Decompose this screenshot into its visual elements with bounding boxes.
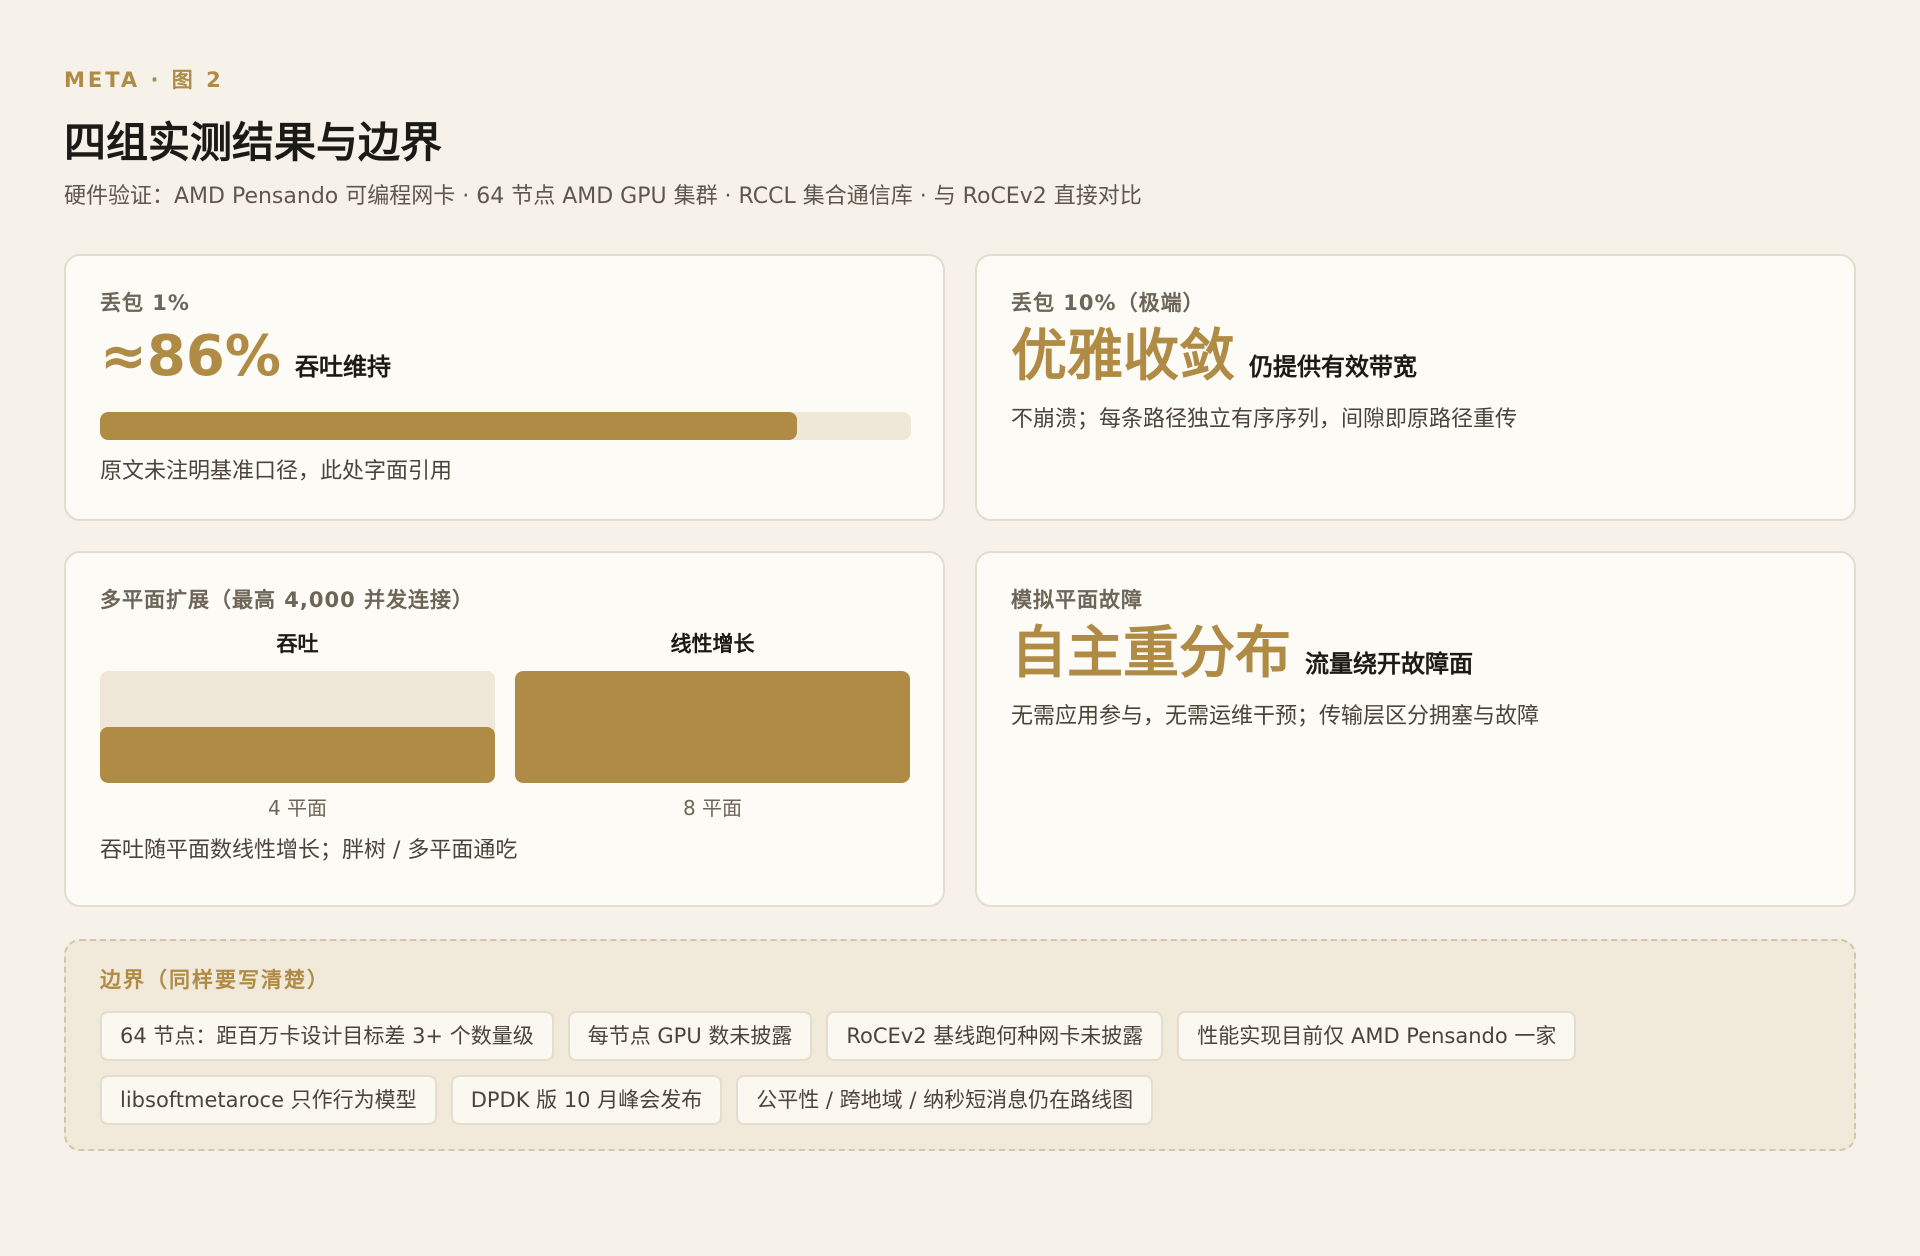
plane-bar-fill xyxy=(100,727,495,783)
headline-suffix: 吞吐维持 xyxy=(294,353,391,381)
page-title: 四组实测结果与边界 xyxy=(64,118,443,167)
boundary-chip: RoCEv2 基线跑何种网卡未披露 xyxy=(826,1011,1164,1061)
headline-suffix: 仍提供有效带宽 xyxy=(1249,353,1417,381)
plane-bar-track xyxy=(100,671,495,783)
boundaries-panel: 边界（同样要写清楚） 64 节点：距百万卡设计目标差 3+ 个数量级 每节点 G… xyxy=(64,939,1856,1151)
card-label: 丢包 1% xyxy=(100,291,190,315)
headline: 优雅收敛 仍提供有效带宽 xyxy=(1011,324,1820,390)
card-label: 多平面扩展（最高 4,000 并发连接） xyxy=(100,588,475,612)
card-note: 不崩溃；每条路径独立有序序列，间隙即原路径重传 xyxy=(1011,407,1518,432)
card-loss-1pct: 丢包 1% ≈86% 吞吐维持 原文未注明基准口径，此处字面引用 xyxy=(64,254,945,521)
plane-column-head: 线性增长 xyxy=(670,632,755,656)
eyebrow: META · 图 2 xyxy=(64,68,224,92)
boundary-chip: 64 节点：距百万卡设计目标差 3+ 个数量级 xyxy=(100,1011,554,1061)
headline-value: ≈86% xyxy=(100,324,281,389)
throughput-bar xyxy=(100,412,911,440)
results-grid: 丢包 1% ≈86% 吞吐维持 原文未注明基准口径，此处字面引用 丢包 10%（… xyxy=(64,254,1856,907)
card-note: 无需应用参与，无需运维干预；传输层区分拥塞与故障 xyxy=(1011,704,1540,729)
plane-comparison: 吞吐 4 平面 线性增长 8 平面 xyxy=(100,629,910,823)
card-multiplane: 多平面扩展（最高 4,000 并发连接） 吞吐 4 平面 线性增长 8 平面 吞… xyxy=(64,551,945,907)
card-note: 原文未注明基准口径，此处字面引用 xyxy=(100,459,453,484)
plane-column-foot: 8 平面 xyxy=(682,796,743,820)
plane-column-4: 吞吐 4 平面 xyxy=(100,629,495,823)
headline-value: 优雅收敛 xyxy=(1011,324,1235,389)
headline-suffix: 流量绕开故障面 xyxy=(1305,650,1473,678)
boundary-chip: libsoftmetaroce 只作行为模型 xyxy=(100,1075,437,1125)
boundary-chips: 64 节点：距百万卡设计目标差 3+ 个数量级 每节点 GPU 数未披露 RoC… xyxy=(100,1011,1840,1125)
boundary-chip: 性能实现目前仅 AMD Pensando 一家 xyxy=(1177,1011,1577,1061)
plane-column-foot: 4 平面 xyxy=(267,796,328,820)
headline: ≈86% 吞吐维持 xyxy=(100,324,909,390)
plane-column-8: 线性增长 8 平面 xyxy=(515,629,910,823)
card-label: 模拟平面故障 xyxy=(1011,588,1143,612)
card-note: 吞吐随平面数线性增长；胖树 / 多平面通吃 xyxy=(100,838,518,863)
headline-value: 自主重分布 xyxy=(1011,621,1291,686)
throughput-bar-fill xyxy=(100,412,798,440)
card-plane-failure: 模拟平面故障 自主重分布 流量绕开故障面 无需应用参与，无需运维干预；传输层区分… xyxy=(975,551,1856,907)
boundary-chip: DPDK 版 10 月峰会发布 xyxy=(450,1075,723,1125)
headline: 自主重分布 流量绕开故障面 xyxy=(1011,621,1820,687)
boundary-chip: 公平性 / 跨地域 / 纳秒短消息仍在路线图 xyxy=(736,1075,1154,1125)
card-label: 丢包 10%（极端） xyxy=(1011,291,1205,315)
plane-column-head: 吞吐 xyxy=(276,632,319,656)
page-subtitle: 硬件验证：AMD Pensando 可编程网卡 · 64 节点 AMD GPU … xyxy=(64,184,1142,209)
plane-bar-fill xyxy=(515,671,910,783)
boundaries-label: 边界（同样要写清楚） xyxy=(100,968,330,992)
plane-bar-track xyxy=(515,671,910,783)
boundary-chip: 每节点 GPU 数未披露 xyxy=(567,1011,813,1061)
page: META · 图 2 四组实测结果与边界 硬件验证：AMD Pensando 可… xyxy=(0,0,1920,1256)
card-loss-10pct: 丢包 10%（极端） 优雅收敛 仍提供有效带宽 不崩溃；每条路径独立有序序列，间… xyxy=(975,254,1856,521)
